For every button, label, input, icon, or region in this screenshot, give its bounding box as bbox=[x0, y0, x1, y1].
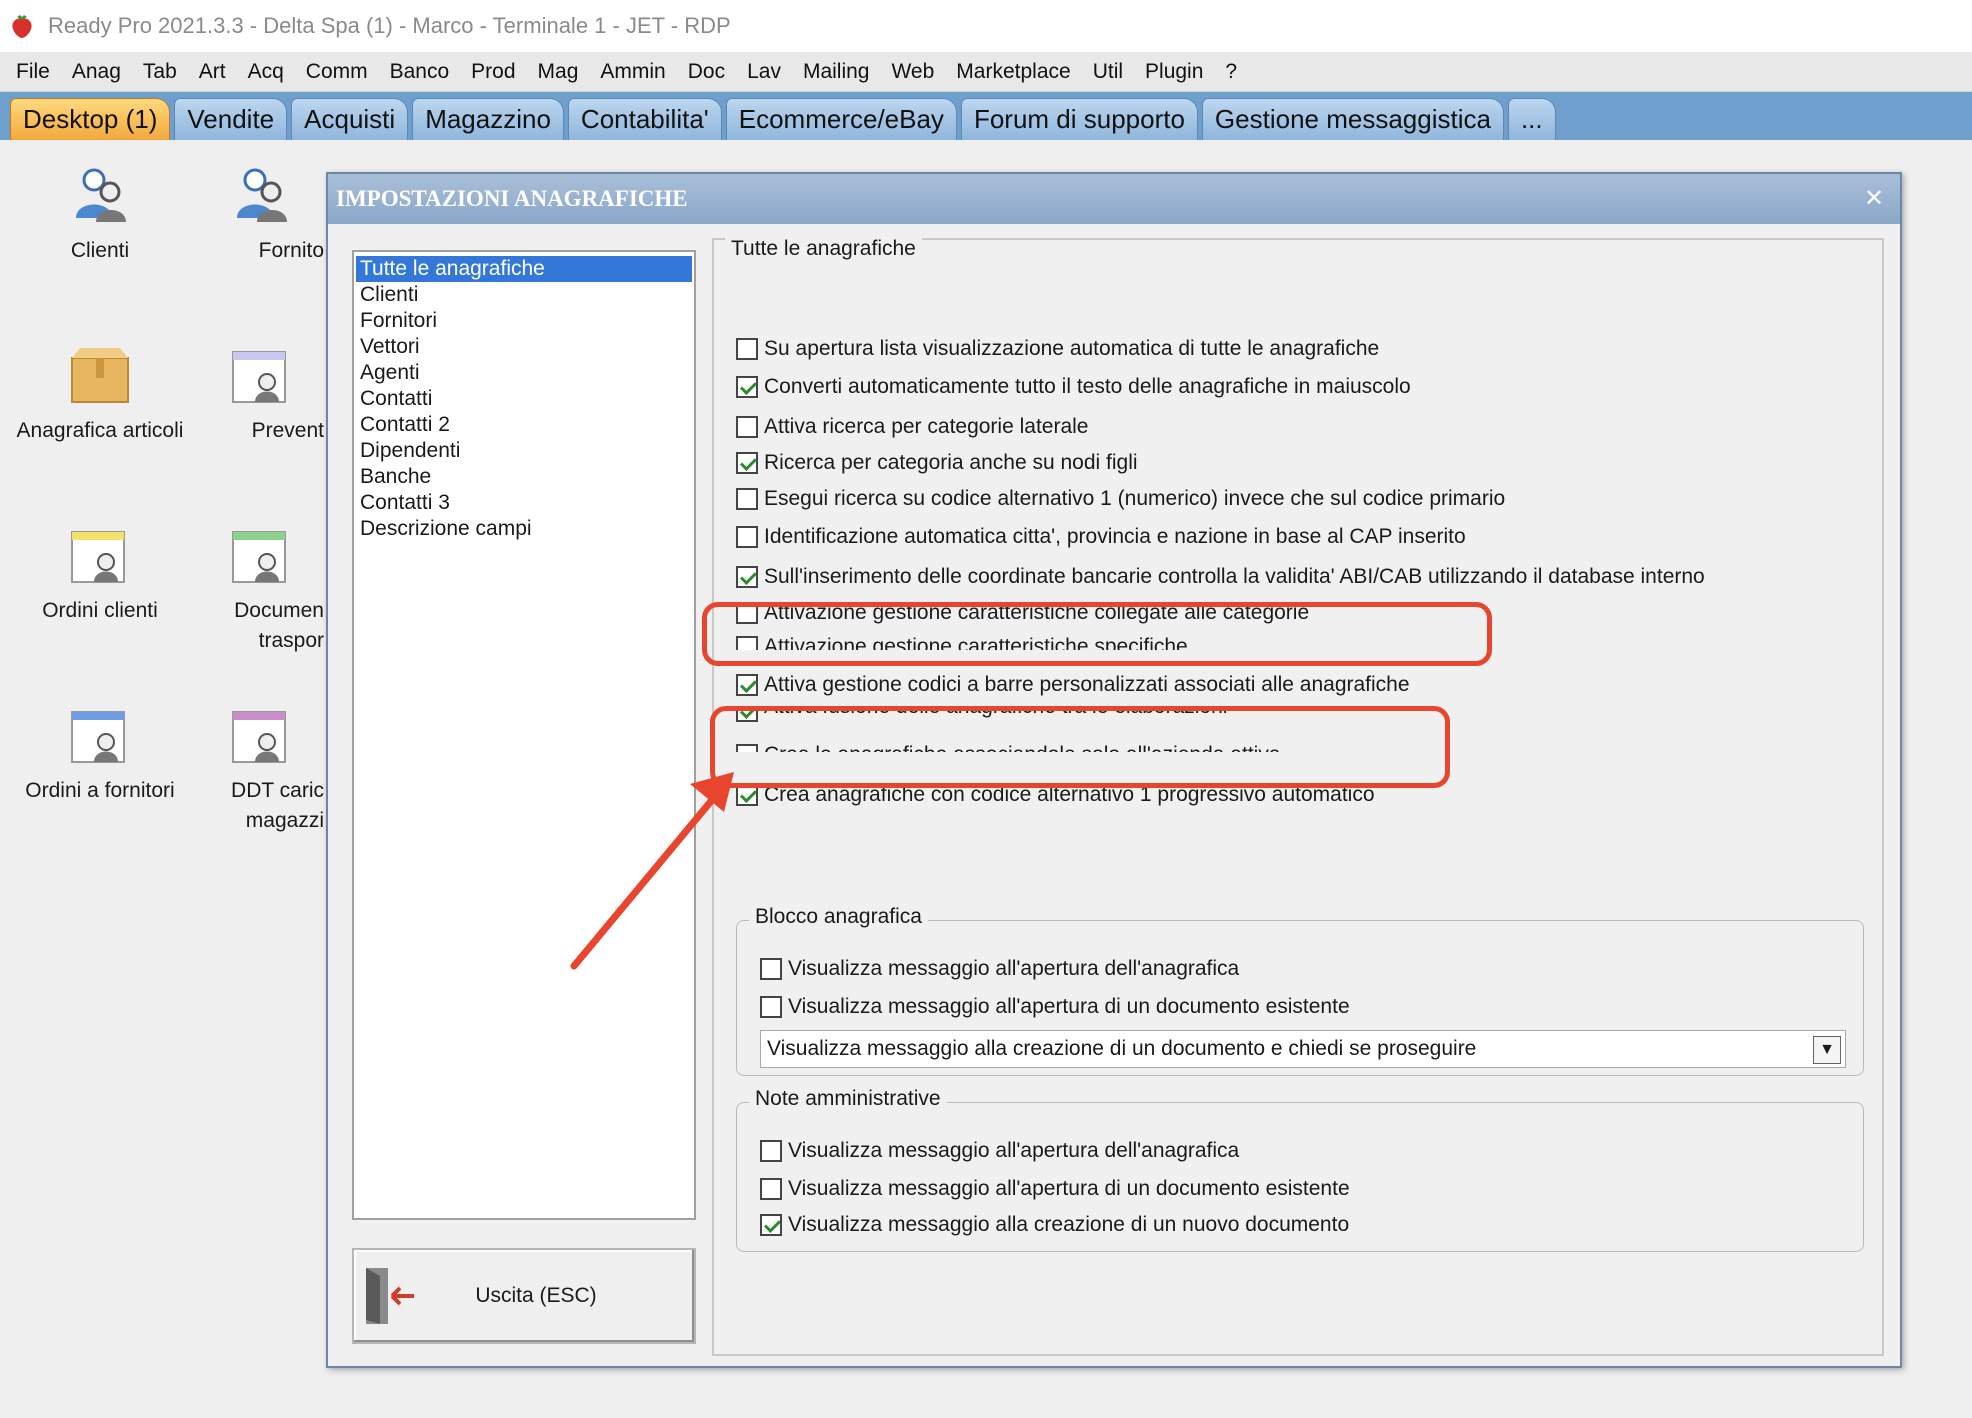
annotation-arrow bbox=[570, 772, 734, 970]
